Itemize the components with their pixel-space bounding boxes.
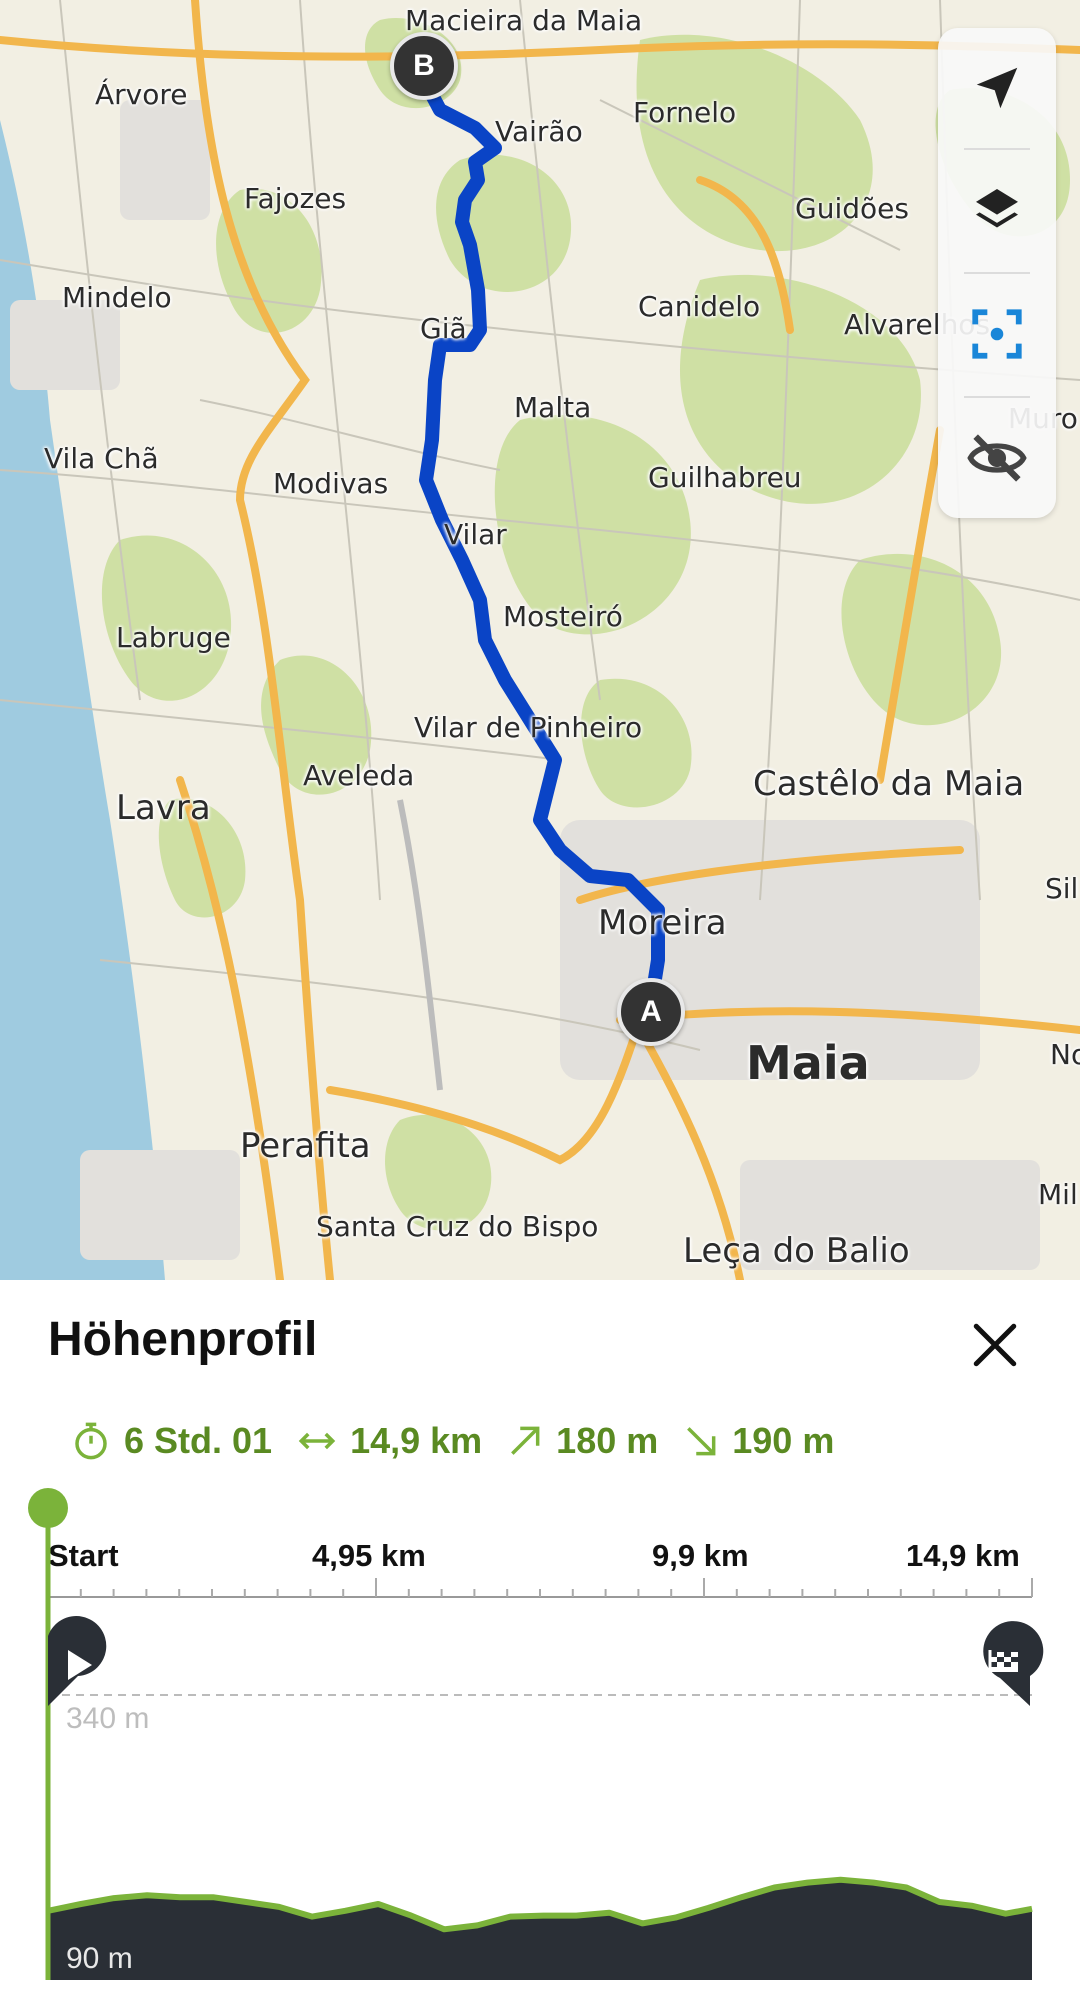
place-label: Labruge <box>116 621 231 654</box>
place-label: Maia <box>746 1036 870 1090</box>
place-label: Vilar <box>444 518 507 551</box>
focus-route-button[interactable] <box>938 274 1056 394</box>
place-label: Fornelo <box>633 96 737 129</box>
place-label: Modivas <box>273 467 389 500</box>
navigation-arrow-icon <box>976 67 1018 109</box>
locate-button[interactable] <box>938 28 1056 148</box>
hide-route-button[interactable] <box>938 398 1056 518</box>
place-label: Fajozes <box>244 182 347 215</box>
map-controls-panel <box>938 28 1056 518</box>
route-end-marker[interactable]: B <box>390 32 458 100</box>
place-label: Perafita <box>240 1126 371 1166</box>
layers-icon <box>976 189 1018 228</box>
place-label: Giã <box>420 312 467 345</box>
finish-flag-icon <box>983 1621 1044 1706</box>
profile-scrubber-handle[interactable] <box>28 1488 68 1528</box>
place-label: No <box>1050 1038 1080 1071</box>
place-label: Guidões <box>795 192 909 225</box>
place-label: Árvore <box>95 78 188 111</box>
place-label: Lavra <box>116 788 211 828</box>
place-label: Mosteiró <box>503 600 623 633</box>
place-label: Guilhabreu <box>648 461 802 494</box>
place-label: Vilar de Pinheiro <box>414 711 643 744</box>
place-label: Moreira <box>598 903 727 943</box>
focus-target-icon <box>972 309 1022 359</box>
place-label: Canidelo <box>638 290 761 323</box>
map-view[interactable]: Macieira da Maia Árvore Vairão Fornelo F… <box>0 0 1080 1280</box>
place-label: Vila Chã <box>44 442 159 475</box>
place-label: Santa Cruz do Bispo <box>316 1210 599 1243</box>
elevation-max-label: 340 m <box>66 1702 149 1735</box>
place-label: Vairão <box>495 115 583 148</box>
start-pin-icon <box>48 1616 107 1706</box>
elevation-chart[interactable]: 340 m 90 m <box>0 1280 1080 2010</box>
place-label: Malta <box>514 391 592 424</box>
place-label: Mil <box>1038 1178 1078 1211</box>
place-label: Leça do Balio <box>683 1231 910 1271</box>
place-label: Sil <box>1045 872 1079 905</box>
elevation-min-label: 90 m <box>66 1942 133 1975</box>
place-label: Mindelo <box>62 281 172 314</box>
route-start-marker[interactable]: A <box>617 978 685 1046</box>
eye-off-icon <box>967 434 1027 482</box>
layers-button[interactable] <box>938 150 1056 270</box>
elevation-profile-sheet: Höhenprofil 6 Std. 01 14,9 km 180 m 190 … <box>0 1280 1080 2010</box>
place-label: Aveleda <box>303 759 415 792</box>
place-label: Macieira da Maia <box>405 4 643 37</box>
place-label: Castêlo da Maia <box>753 764 1025 804</box>
